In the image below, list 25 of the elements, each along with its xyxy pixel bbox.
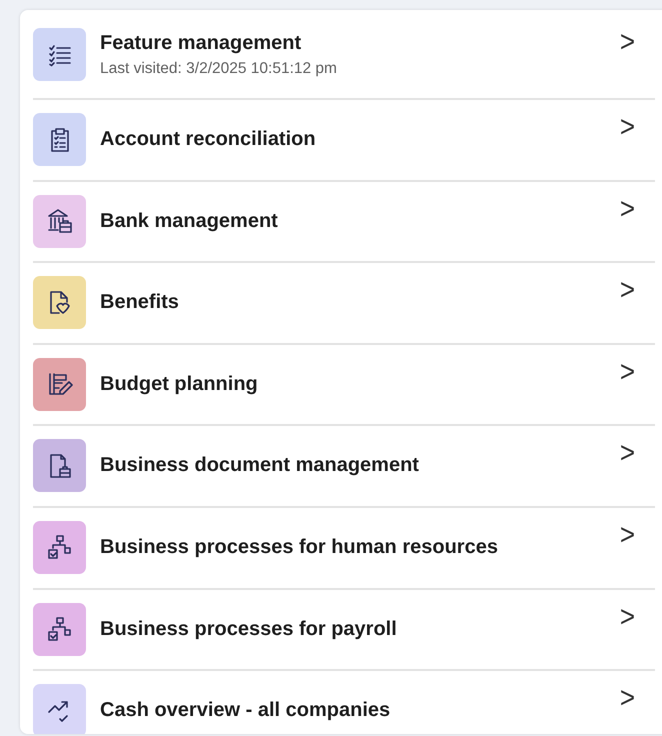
chevron-icon[interactable]: > xyxy=(620,272,635,308)
chevron-icon[interactable]: > xyxy=(620,353,635,390)
item-title[interactable]: Cash overview - all companies xyxy=(100,699,606,722)
bank-icon xyxy=(46,208,72,234)
item-title[interactable]: Feature management xyxy=(100,32,606,54)
chevron-icon[interactable]: > xyxy=(620,435,635,471)
chevron-icon[interactable]: > xyxy=(620,516,635,552)
item-title[interactable]: Business processes for payroll xyxy=(100,618,606,641)
item-title[interactable]: Business document management xyxy=(100,454,606,478)
document-briefcase-icon xyxy=(48,452,72,480)
item-title[interactable]: Business processes for human resources xyxy=(100,536,606,559)
item-title[interactable]: Budget planning xyxy=(100,372,606,396)
chevron-icon[interactable]: > xyxy=(620,680,635,716)
last-visited-text: Last visited: 3/2/2025 10:51:12 pm xyxy=(100,60,338,78)
chevron-icon[interactable]: > xyxy=(620,108,635,144)
flowchart-icon xyxy=(46,616,72,642)
chevron-icon[interactable]: > xyxy=(620,598,635,634)
chevron-icon[interactable]: > xyxy=(620,24,635,60)
flowchart-icon xyxy=(46,534,72,560)
edit-report-icon xyxy=(46,371,72,398)
chevron-icon[interactable]: > xyxy=(620,190,635,226)
item-title[interactable]: Bank management xyxy=(100,210,606,233)
item-title[interactable]: Benefits xyxy=(100,291,606,314)
item-title[interactable]: Account reconciliation xyxy=(100,128,606,151)
checklist-icon xyxy=(48,42,72,66)
